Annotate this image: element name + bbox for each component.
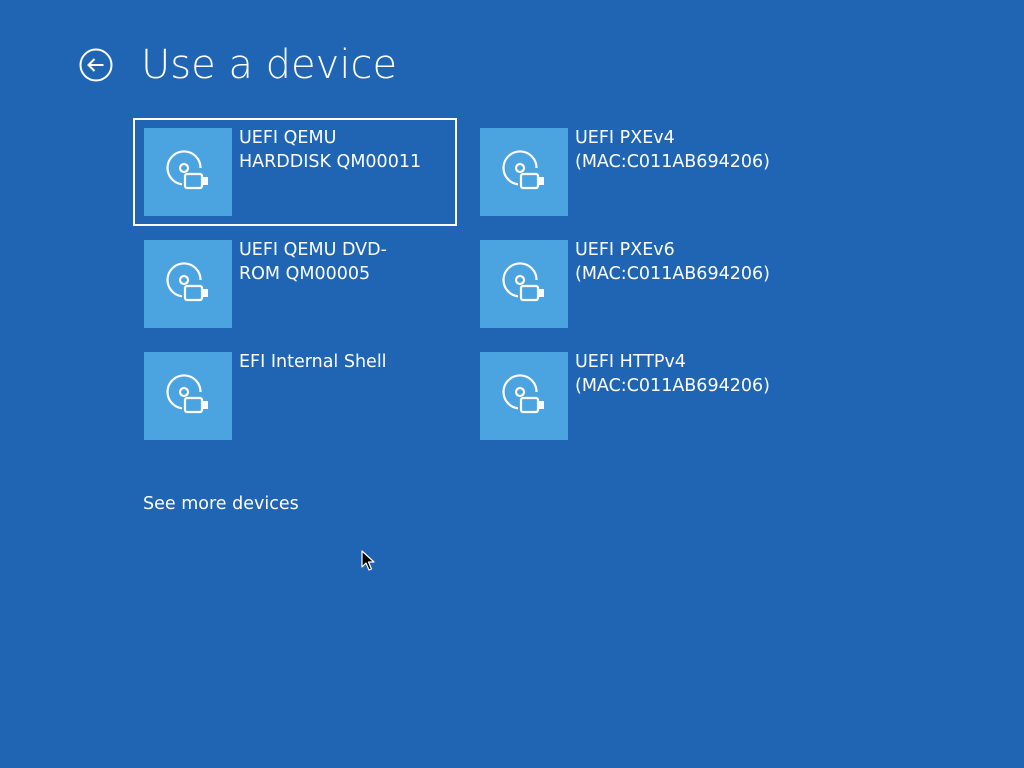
device-icon-box (480, 240, 568, 328)
device-icon-box (144, 240, 232, 328)
device-tile[interactable]: UEFI HTTPv4 (MAC:C011AB694206) (469, 342, 793, 450)
back-button[interactable] (78, 47, 114, 83)
disc-usb-icon (166, 150, 208, 190)
device-tile[interactable]: EFI Internal Shell (133, 342, 457, 450)
disc-usb-icon (166, 374, 208, 414)
see-more-devices-link[interactable]: See more devices (143, 492, 299, 516)
disc-usb-icon (502, 374, 544, 414)
device-icon-box (144, 128, 232, 216)
device-label: UEFI HTTPv4 (MAC:C011AB694206) (575, 352, 770, 396)
device-grid: UEFI QEMU HARDDISK QM00011 UEFI QEMU DVD… (133, 118, 833, 448)
device-icon-box (144, 352, 232, 440)
device-tile[interactable]: UEFI PXEv6 (MAC:C011AB694206) (469, 230, 793, 338)
mouse-pointer-icon (361, 550, 375, 571)
device-label: UEFI PXEv4 (MAC:C011AB694206) (575, 128, 770, 172)
disc-usb-icon (502, 262, 544, 302)
device-label: UEFI PXEv6 (MAC:C011AB694206) (575, 240, 770, 284)
device-label: UEFI QEMU DVD- ROM QM00005 (239, 240, 387, 284)
disc-usb-icon (166, 262, 208, 302)
back-arrow-icon (79, 48, 113, 82)
disc-usb-icon (502, 150, 544, 190)
device-label: EFI Internal Shell (239, 352, 387, 372)
device-label: UEFI QEMU HARDDISK QM00011 (239, 128, 422, 172)
device-tile[interactable]: UEFI QEMU HARDDISK QM00011 (133, 118, 457, 226)
device-icon-box (480, 352, 568, 440)
device-icon-box (480, 128, 568, 216)
page-title: Use a device (141, 42, 398, 88)
device-tile[interactable]: UEFI QEMU DVD- ROM QM00005 (133, 230, 457, 338)
device-tile[interactable]: UEFI PXEv4 (MAC:C011AB694206) (469, 118, 793, 226)
